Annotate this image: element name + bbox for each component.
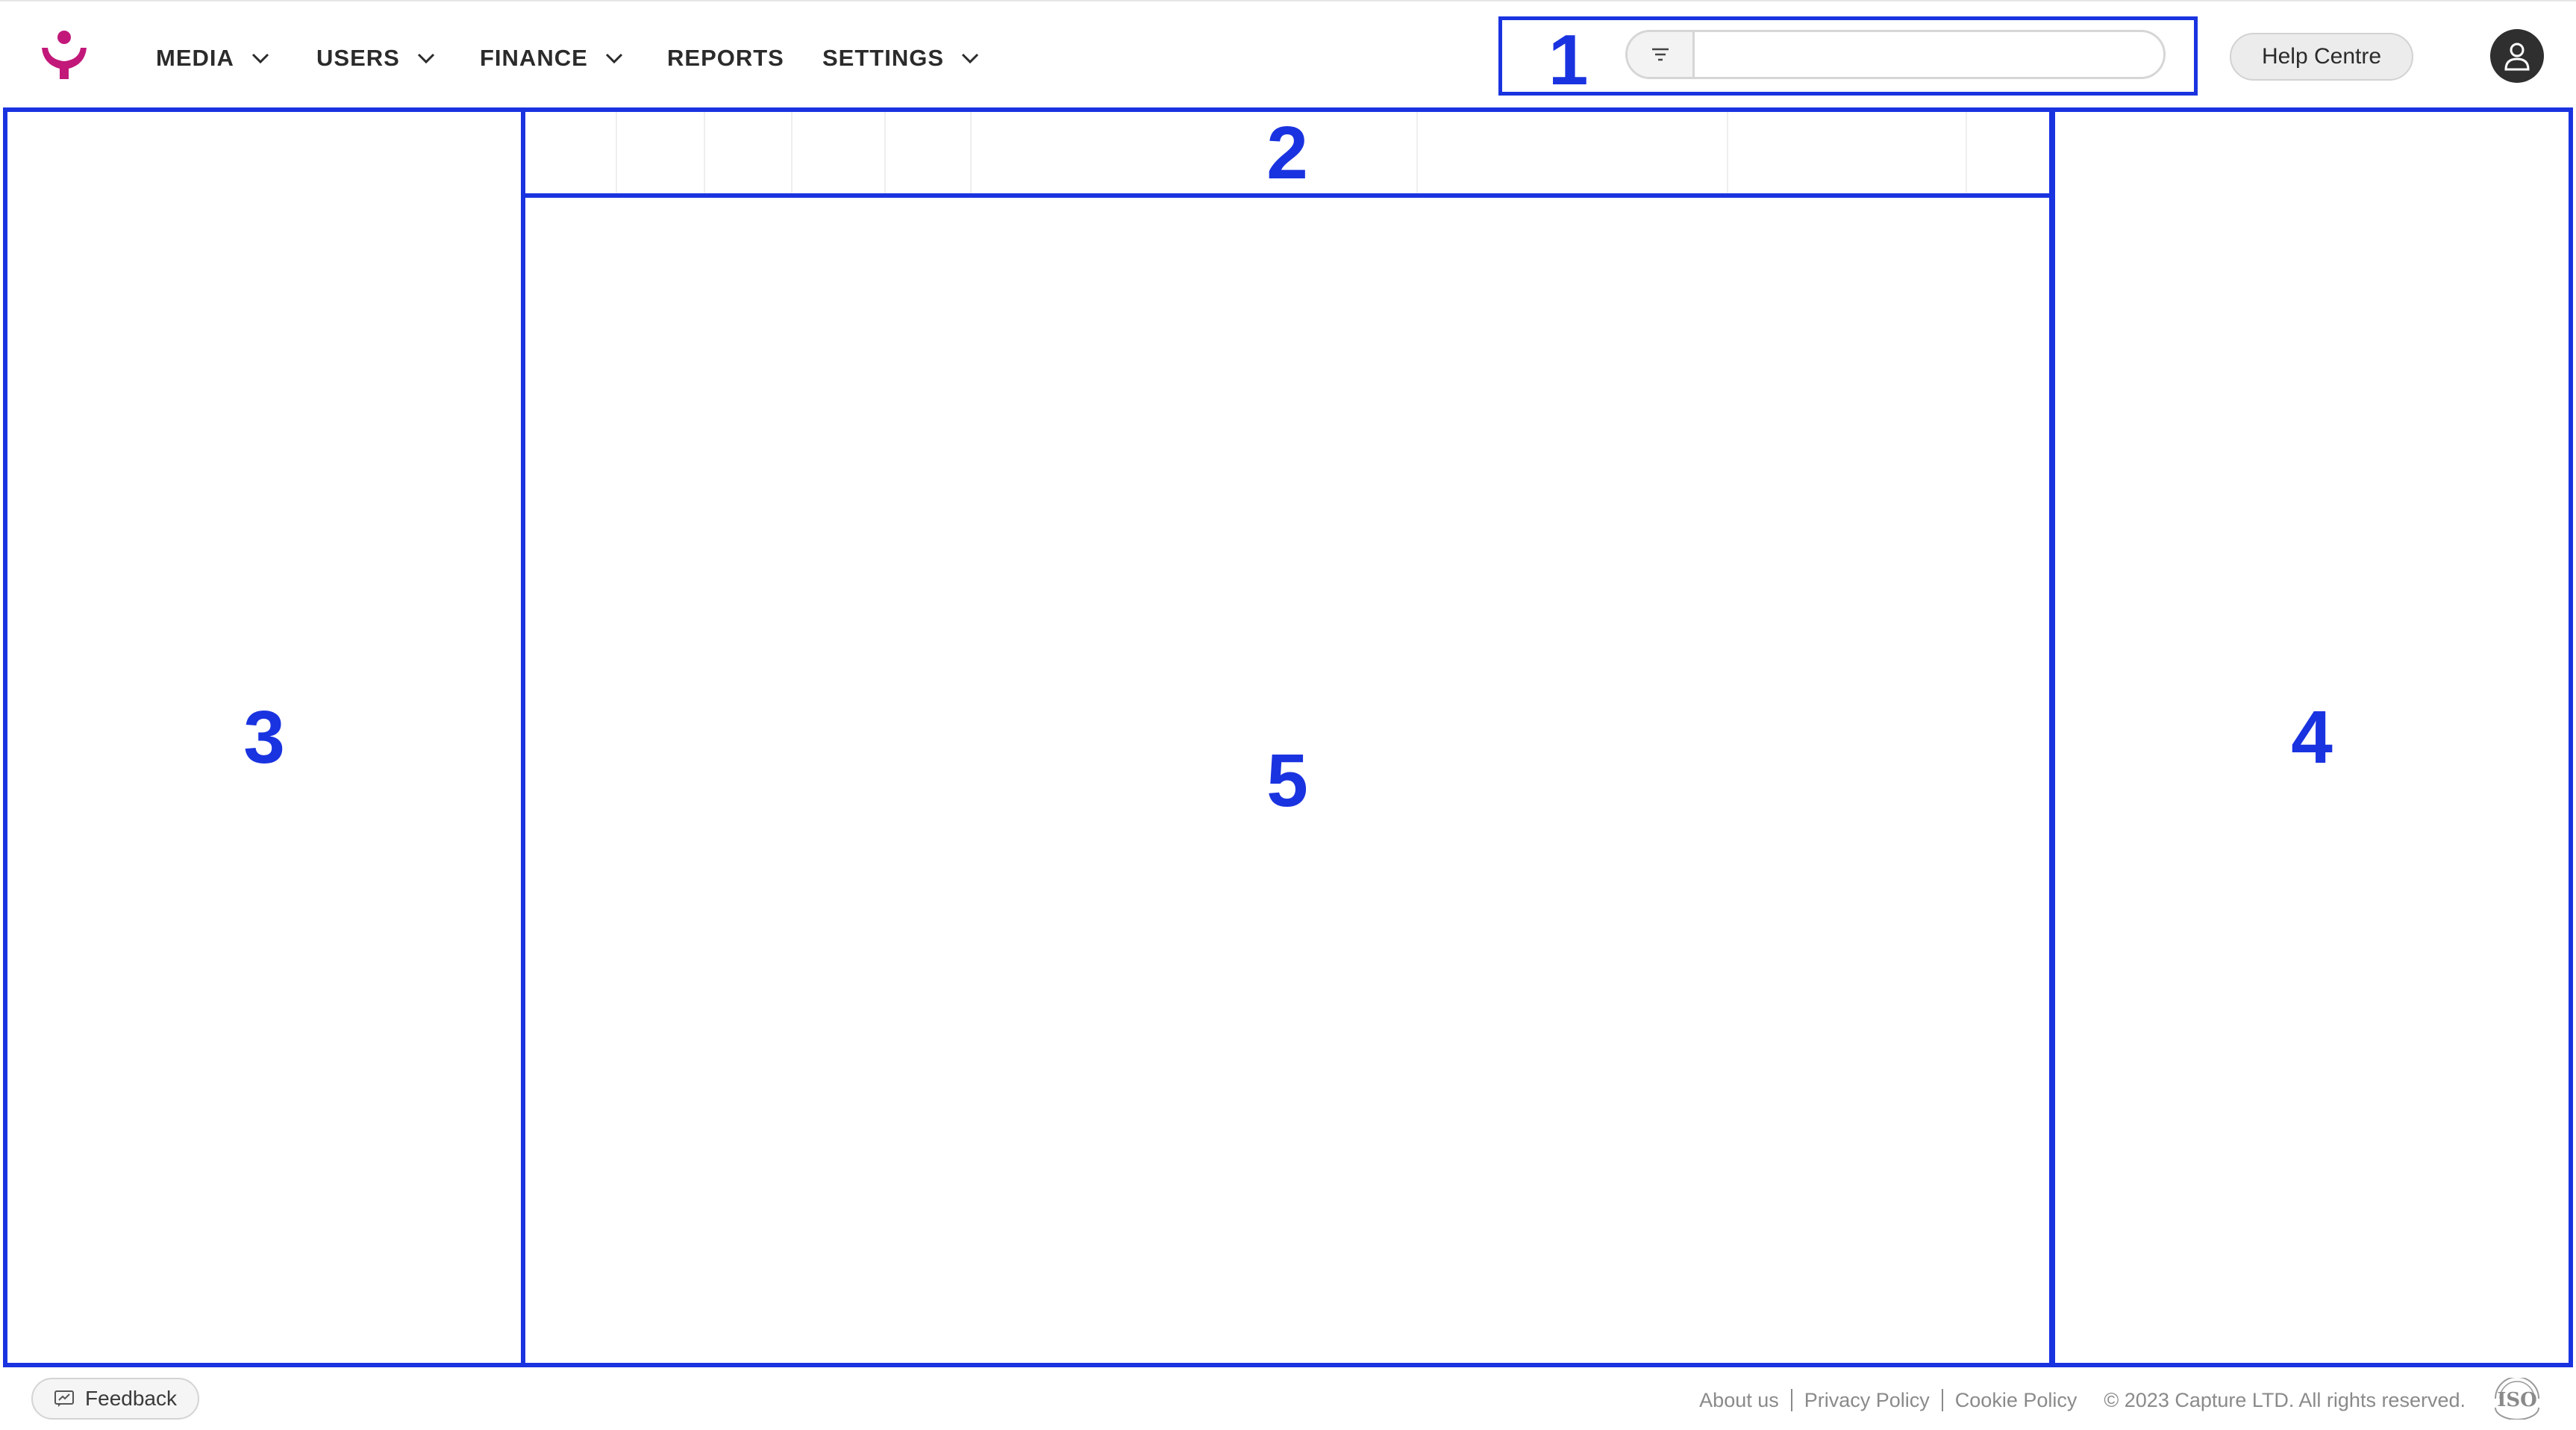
footer-separator — [1941, 1389, 1943, 1411]
iso-badge-text: ISO — [2497, 1389, 2537, 1411]
feedback-button[interactable]: Feedback — [31, 1378, 199, 1420]
footer-link-cookie[interactable]: Cookie Policy — [1955, 1389, 2078, 1412]
feedback-icon — [54, 1390, 75, 1407]
nav-item-media[interactable]: MEDIA — [156, 43, 270, 73]
footer-links: About us Privacy Policy Cookie Policy © … — [1699, 1387, 2466, 1414]
annotation-label: 4 — [2291, 696, 2333, 779]
annotation-box-5: 5 — [521, 193, 2054, 1367]
app-page: MEDIA USERS FINANCE REPORTS SETTINGS Hel… — [0, 0, 2576, 1430]
user-avatar-icon — [2504, 43, 2530, 71]
annotation-label: 5 — [1266, 738, 1308, 822]
annotation-box-3: 3 — [3, 107, 525, 1367]
footer-link-about[interactable]: About us — [1699, 1389, 1779, 1412]
nav-item-finance[interactable]: FINANCE — [480, 43, 624, 73]
nav-item-users[interactable]: USERS — [316, 43, 436, 73]
copyright-text: © 2023 Capture LTD. All rights reserved. — [2104, 1388, 2466, 1411]
user-avatar-button[interactable] — [2490, 29, 2544, 83]
annotation-label: 2 — [1266, 110, 1308, 195]
nav-item-label: REPORTS — [667, 45, 784, 71]
nav-item-settings[interactable]: SETTINGS — [822, 43, 980, 73]
annotation-label: 3 — [243, 696, 285, 779]
help-centre-button[interactable]: Help Centre — [2230, 33, 2413, 81]
chevron-down-icon — [251, 53, 269, 64]
nav-item-label: MEDIA — [156, 45, 234, 71]
annotation-label: 1 — [1548, 20, 1589, 100]
nav-item-reports[interactable]: REPORTS — [667, 43, 784, 73]
feedback-label: Feedback — [85, 1387, 177, 1410]
iso-badge-icon: ISO — [2495, 1378, 2539, 1420]
brand-logo-icon[interactable] — [37, 30, 91, 81]
annotation-box-2: 2 — [521, 107, 2054, 198]
nav-item-label: USERS — [316, 45, 400, 71]
annotation-box-1: 1 — [1498, 16, 2198, 96]
footer-separator — [1790, 1389, 1792, 1411]
chevron-down-icon — [961, 53, 979, 64]
footer-link-privacy[interactable]: Privacy Policy — [1804, 1389, 1930, 1412]
chevron-down-icon — [417, 53, 434, 64]
chevron-down-icon — [605, 53, 622, 64]
nav-item-label: FINANCE — [480, 45, 588, 71]
nav-item-label: SETTINGS — [822, 45, 945, 71]
annotation-box-4: 4 — [2051, 107, 2573, 1367]
